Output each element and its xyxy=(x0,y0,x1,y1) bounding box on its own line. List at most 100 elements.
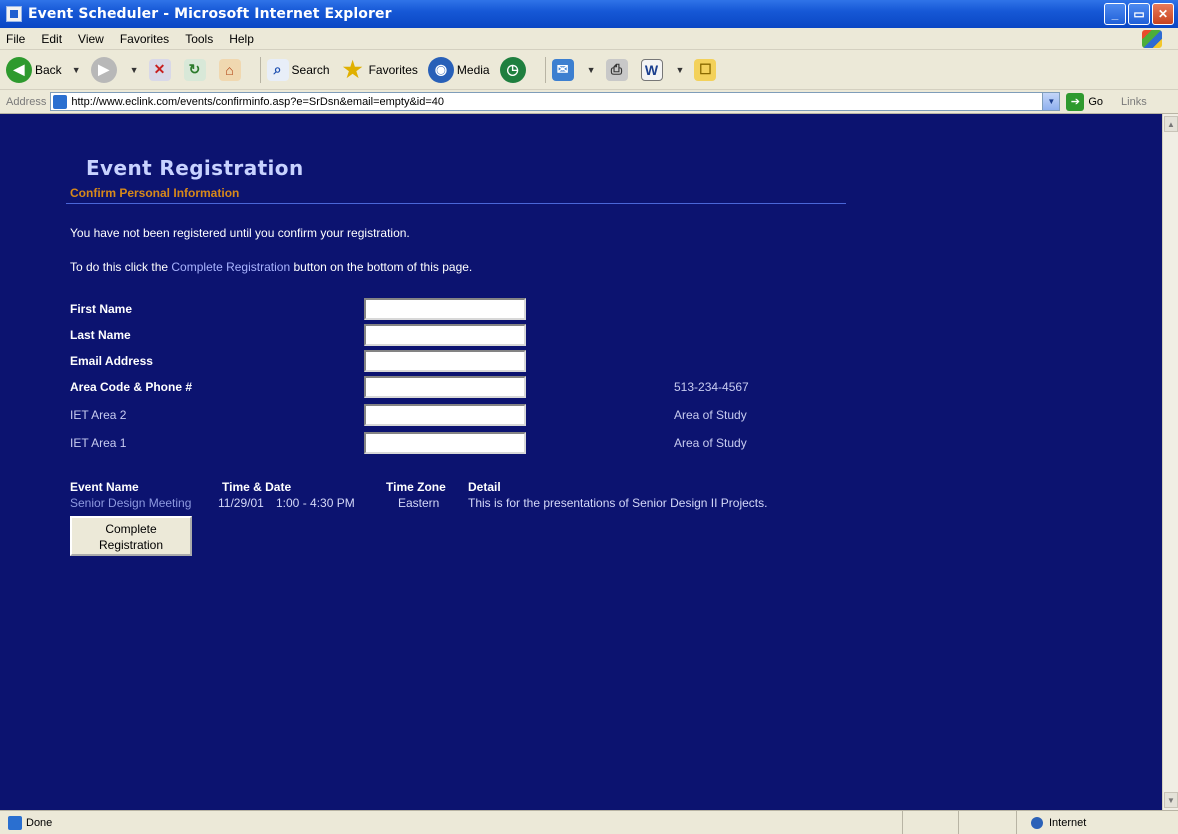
internet-globe-icon xyxy=(1031,816,1043,829)
last-name-input[interactable] xyxy=(364,324,526,346)
menu-file[interactable]: File xyxy=(6,32,25,46)
iet-area-2-input[interactable] xyxy=(364,404,526,426)
address-input[interactable]: http://www.eclink.com/events/confirminfo… xyxy=(50,92,1061,111)
stop-icon: ✕ xyxy=(148,58,171,81)
email-label: Email Address xyxy=(70,354,153,368)
iet-area-2-row: IET Area 2 Area of Study xyxy=(70,404,870,426)
detail-value: This is for the presentations of Senior … xyxy=(468,496,768,510)
phone-input[interactable] xyxy=(364,376,526,398)
iet-area-1-input[interactable] xyxy=(364,432,526,454)
edit-dropdown-icon[interactable]: ▼ xyxy=(676,65,685,75)
forward-button[interactable]: ▶ xyxy=(90,56,120,83)
complete-button-line1: Complete xyxy=(105,522,157,536)
media-button[interactable]: ◉ Media xyxy=(427,56,490,83)
forward-dropdown-icon[interactable]: ▼ xyxy=(130,65,139,75)
email-input[interactable] xyxy=(364,350,526,372)
iet-area-1-label: IET Area 1 xyxy=(70,436,127,450)
mail-dropdown-icon[interactable]: ▼ xyxy=(587,65,596,75)
security-zone: Internet xyxy=(1016,811,1178,834)
menu-help[interactable]: Help xyxy=(229,32,254,46)
instruction-prefix: To do this click the xyxy=(70,260,172,274)
event-time-value: 1:00 - 4:30 PM xyxy=(276,496,355,510)
ie-app-icon[interactable] xyxy=(6,6,22,22)
title-bar: Event Scheduler - Microsoft Internet Exp… xyxy=(0,0,1178,28)
event-name-header: Event Name xyxy=(70,480,139,494)
address-url[interactable]: http://www.eclink.com/events/confirminfo… xyxy=(71,96,444,108)
scroll-down-icon[interactable]: ▼ xyxy=(1164,792,1178,808)
email-row: Email Address xyxy=(70,350,870,372)
time-zone-header: Time Zone xyxy=(386,480,446,494)
back-arrow-icon: ◀ xyxy=(6,56,32,83)
vertical-scrollbar[interactable]: ▲ ▼ xyxy=(1162,114,1178,810)
last-name-row: Last Name xyxy=(70,324,870,346)
go-button[interactable]: ➔ Go xyxy=(1066,92,1104,111)
favorites-button[interactable]: ★ Favorites xyxy=(340,57,418,83)
forward-arrow-icon: ▶ xyxy=(90,56,117,83)
minimize-button[interactable]: _ xyxy=(1104,3,1126,25)
go-label: Go xyxy=(1088,95,1104,108)
address-dropdown-icon[interactable]: ▼ xyxy=(1042,93,1060,110)
instruction-text: To do this click the Complete Registrati… xyxy=(70,260,472,274)
refresh-button[interactable]: ↻ xyxy=(183,58,209,81)
history-icon: ◷ xyxy=(499,56,526,83)
go-arrow-icon: ➔ xyxy=(1066,92,1085,111)
media-label: Media xyxy=(456,62,490,77)
address-label: Address xyxy=(6,95,47,108)
complete-registration-button[interactable]: Complete Registration xyxy=(70,516,192,556)
search-icon: ⌕ xyxy=(266,58,289,81)
window-title: Event Scheduler - Microsoft Internet Exp… xyxy=(28,6,392,22)
scroll-up-icon[interactable]: ▲ xyxy=(1164,116,1178,132)
first-name-row: First Name xyxy=(70,298,870,320)
toolbar-separator xyxy=(259,56,261,83)
first-name-input[interactable] xyxy=(364,298,526,320)
media-icon: ◉ xyxy=(427,56,454,83)
messenger-icon: ☐ xyxy=(694,58,717,81)
detail-header: Detail xyxy=(468,480,501,494)
heading-divider xyxy=(66,203,846,204)
mail-button[interactable]: ✉ xyxy=(551,58,577,81)
favorites-label: Favorites xyxy=(368,62,418,77)
iet-area-2-hint: Area of Study xyxy=(674,408,747,422)
close-button[interactable]: ✕ xyxy=(1152,3,1174,25)
address-bar: Address http://www.eclink.com/events/con… xyxy=(0,90,1178,114)
edit-word-button[interactable]: W xyxy=(640,58,666,81)
search-label: Search xyxy=(291,62,330,77)
search-button[interactable]: ⌕ Search xyxy=(266,58,330,81)
mail-icon: ✉ xyxy=(551,58,574,81)
last-name-label: Last Name xyxy=(70,328,131,342)
page-done-icon xyxy=(8,815,22,830)
messenger-button[interactable]: ☐ xyxy=(694,58,719,81)
maximize-button[interactable]: ▭ xyxy=(1128,3,1150,25)
page-icon xyxy=(53,94,68,109)
iet-area-2-label: IET Area 2 xyxy=(70,408,127,422)
standard-toolbar: ◀ Back ▼ ▶ ▼ ✕ ↻ ⌂ ⌕ Search ★ Favorites … xyxy=(0,50,1178,90)
history-button[interactable]: ◷ xyxy=(499,56,529,83)
instruction-highlight: Complete Registration xyxy=(171,260,291,274)
menu-bar: File Edit View Favorites Tools Help xyxy=(0,28,1178,50)
home-icon: ⌂ xyxy=(218,58,241,81)
back-button[interactable]: ◀ Back xyxy=(6,56,62,83)
back-dropdown-icon[interactable]: ▼ xyxy=(72,65,81,75)
links-button[interactable]: Links xyxy=(1121,96,1147,108)
print-icon: ⎙ xyxy=(605,58,628,81)
menu-tools[interactable]: Tools xyxy=(185,32,213,46)
menu-favorites[interactable]: Favorites xyxy=(120,32,169,46)
favorites-star-icon: ★ xyxy=(342,56,363,82)
phone-hint: 513-234-4567 xyxy=(674,380,749,394)
stop-button[interactable]: ✕ xyxy=(148,58,174,81)
menu-edit[interactable]: Edit xyxy=(41,32,62,46)
status-bar: Done Internet xyxy=(0,810,1178,834)
menu-view[interactable]: View xyxy=(78,32,104,46)
event-date-value: 11/29/01 xyxy=(218,496,264,510)
zone-label: Internet xyxy=(1049,816,1087,829)
status-text: Done xyxy=(26,816,53,829)
home-button[interactable]: ⌂ xyxy=(218,58,244,81)
print-button[interactable]: ⎙ xyxy=(605,58,631,81)
windows-logo-icon xyxy=(1142,30,1162,48)
complete-button-line2: Registration xyxy=(98,538,164,552)
iet-area-1-row: IET Area 1 Area of Study xyxy=(70,432,870,454)
status-separator xyxy=(902,811,903,834)
window-controls: _ ▭ ✕ xyxy=(1104,3,1174,25)
refresh-icon: ↻ xyxy=(183,58,206,81)
page-content: Event Registration Confirm Personal Info… xyxy=(0,114,1162,810)
